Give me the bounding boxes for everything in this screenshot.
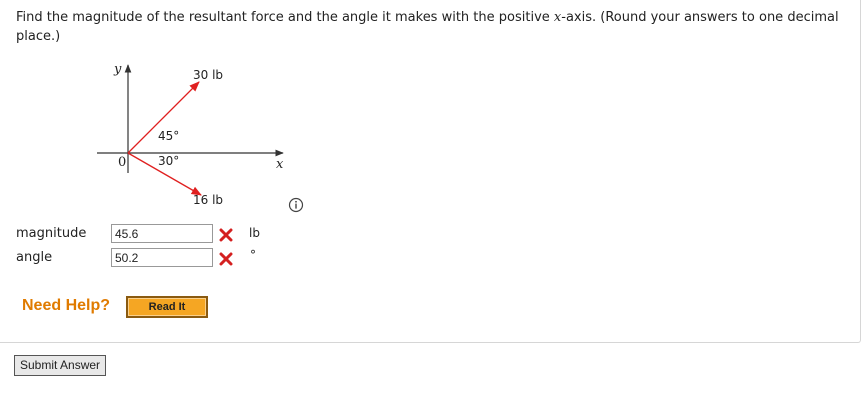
- magnitude-input[interactable]: [111, 224, 213, 243]
- angle-label: angle: [16, 250, 53, 265]
- need-help-label: Need Help?: [22, 297, 111, 314]
- y-axis-label: y: [114, 62, 122, 77]
- submit-answer-button[interactable]: Submit Answer: [14, 355, 107, 376]
- angle-unit: °: [250, 248, 256, 262]
- question-text: Find the magnitude of the resultant forc…: [16, 8, 851, 46]
- read-it-button[interactable]: Read It: [126, 296, 208, 318]
- angle2-label: 30°: [158, 154, 180, 168]
- angle-incorrect-icon: [219, 252, 233, 266]
- question-text-before: Find the magnitude of the resultant forc…: [16, 10, 554, 25]
- x-axis-label: x: [276, 157, 284, 172]
- info-icon[interactable]: [288, 197, 304, 213]
- angle-input[interactable]: [111, 248, 213, 267]
- force1-label: 30 lb: [193, 68, 224, 82]
- origin-label: 0: [118, 155, 127, 170]
- question-panel: Find the magnitude of the resultant forc…: [0, 0, 861, 343]
- force2-label: 16 lb: [193, 193, 224, 207]
- magnitude-label: magnitude: [16, 226, 87, 241]
- magnitude-unit: lb: [249, 226, 260, 240]
- angle1-label: 45°: [158, 129, 180, 143]
- magnitude-incorrect-icon: [219, 228, 233, 242]
